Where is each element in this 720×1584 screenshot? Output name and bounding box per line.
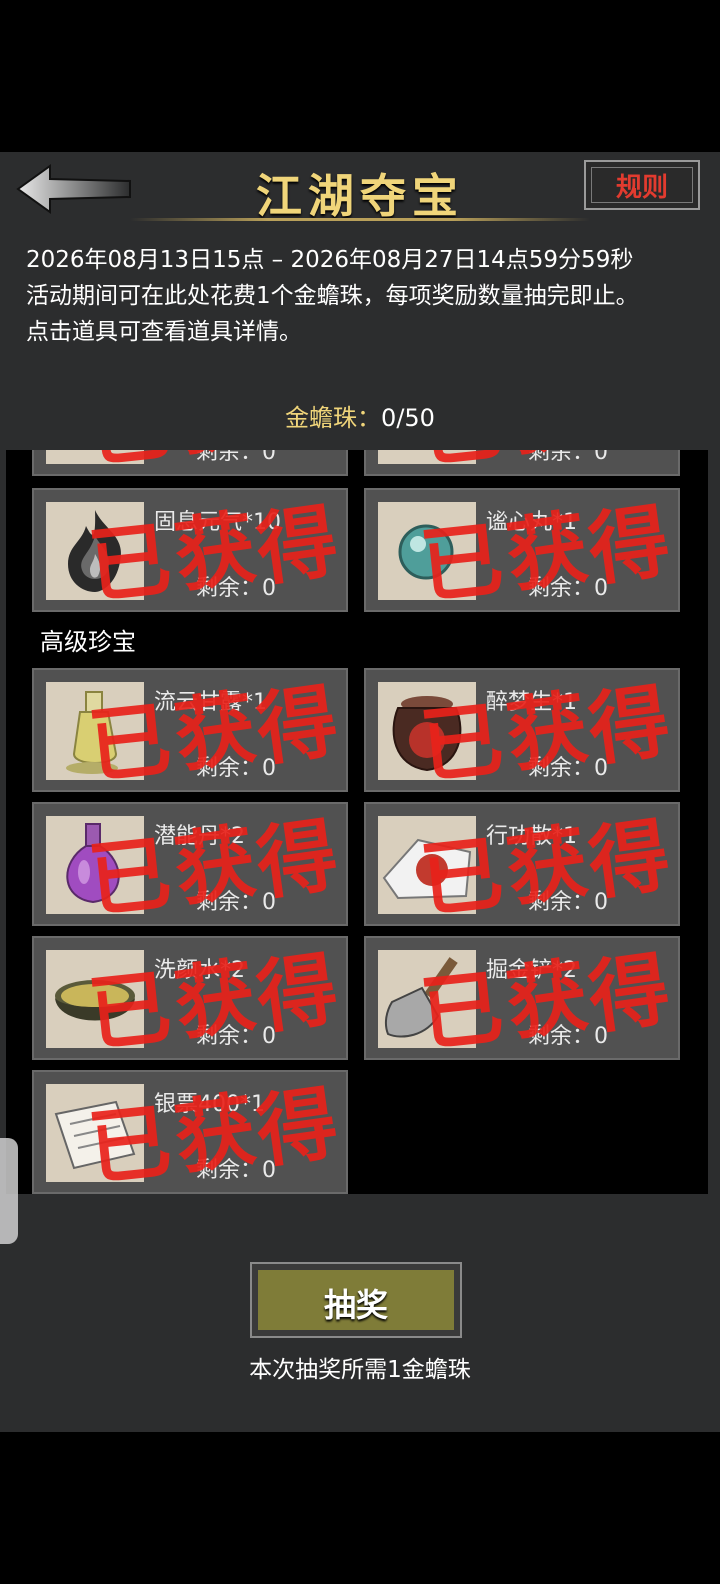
draw-button-label: 抽奖 [323,1286,388,1324]
item-thumbnail [378,450,476,464]
item-name: 行功散*1 [486,824,577,849]
reward-card[interactable]: 醉梦生*1 剩余：0 [364,668,680,792]
reward-card[interactable]: 银票400*1 剩余：0 [32,1070,348,1194]
item-remaining: 剩余：0 [528,450,609,465]
water-bowl-icon [55,980,135,1021]
item-thumbnail [46,682,144,780]
item-name: 洗颜水*2 [154,958,245,983]
flame-spirit-icon [68,510,122,592]
reward-card[interactable]: 潜能丹*2 剩余：0 [32,802,348,926]
item-name: 银票400*1 [154,1092,265,1117]
currency-value: 0/50 [381,404,435,432]
item-thumbnail [378,502,476,600]
event-hint: 点击道具可查看道具详情。 [26,319,302,345]
section-title-advanced: 高级珍宝 [40,628,136,656]
wine-jar-icon [392,696,462,772]
currency-label: 金蟾珠： [285,404,382,432]
item-remaining: 剩余：0 [196,576,277,601]
item-thumbnail [378,816,476,914]
jade-pearl-icon [398,524,454,580]
item-remaining: 剩余：0 [196,450,277,465]
item-name: 潜能丹*2 [154,824,245,849]
draw-button[interactable]: 抽奖 [250,1262,462,1338]
item-name: 流云甘露*1 [154,690,267,715]
shovel-icon [384,957,458,1038]
item-remaining: 剩余：0 [196,890,277,915]
side-drawer-handle[interactable] [0,1138,18,1244]
reward-card[interactable]: 谧心丸*1 剩余：0 [364,488,680,612]
event-description: 2026年08月13日15点 – 2026年08月27日14点59分59秒 活动… [26,242,696,350]
wine-flask-icon [66,691,118,774]
item-remaining: 剩余：0 [528,576,609,601]
event-period: 2026年08月13日15点 – 2026年08月27日14点59分59秒 [26,247,634,273]
item-remaining: 剩余：0 [528,756,609,781]
reward-card[interactable]: 行功散*1 剩余：0 [364,802,680,926]
reward-card[interactable]: 剩余：0 [32,450,348,476]
reward-card[interactable]: 固息元气*10 剩余：0 [32,488,348,612]
item-name: 醉梦生*1 [486,690,577,715]
item-remaining: 剩余：0 [196,1024,277,1049]
item-name: 掘金铲*2 [486,958,577,983]
rules-button[interactable]: 规则 [584,160,700,210]
item-thumbnail [46,950,144,1048]
reward-card[interactable]: 洗颜水*2 剩余：0 [32,936,348,1060]
item-name: 谧心丸*1 [486,510,577,535]
item-thumbnail [46,1084,144,1182]
currency-counter: 金蟾珠：0/50 [0,398,720,433]
header-bar: 江湖夺宝 规则 [0,152,720,232]
item-thumbnail [46,450,144,464]
item-thumbnail [46,502,144,600]
item-thumbnail [378,682,476,780]
powder-packet-icon [382,838,472,900]
item-name: 固息元气*10 [154,510,281,535]
reward-list[interactable]: 剩余：0 剩余：0 固息元气*10 剩余：0 谧心丸*1 剩余：0 高级珍宝 流… [6,450,708,1194]
draw-cost-text: 本次抽奖所需1金蟾珠 [249,1357,471,1383]
item-remaining: 剩余：0 [196,756,277,781]
item-thumbnail [378,950,476,1048]
title-divider [130,218,590,221]
item-thumbnail [46,816,144,914]
reward-card[interactable]: 掘金铲*2 剩余：0 [364,936,680,1060]
rules-label: 规则 [615,173,668,203]
event-rule: 活动期间可在此处花费1个金蟾珠，每项奖励数量抽完即止。 [26,283,639,309]
item-remaining: 剩余：0 [528,890,609,915]
banknote-icon [54,1100,136,1170]
potion-bottle-icon [66,823,120,904]
item-remaining: 剩余：0 [528,1024,609,1049]
reward-card[interactable]: 剩余：0 [364,450,680,476]
item-remaining: 剩余：0 [196,1158,277,1183]
reward-card[interactable]: 流云甘露*1 剩余：0 [32,668,348,792]
